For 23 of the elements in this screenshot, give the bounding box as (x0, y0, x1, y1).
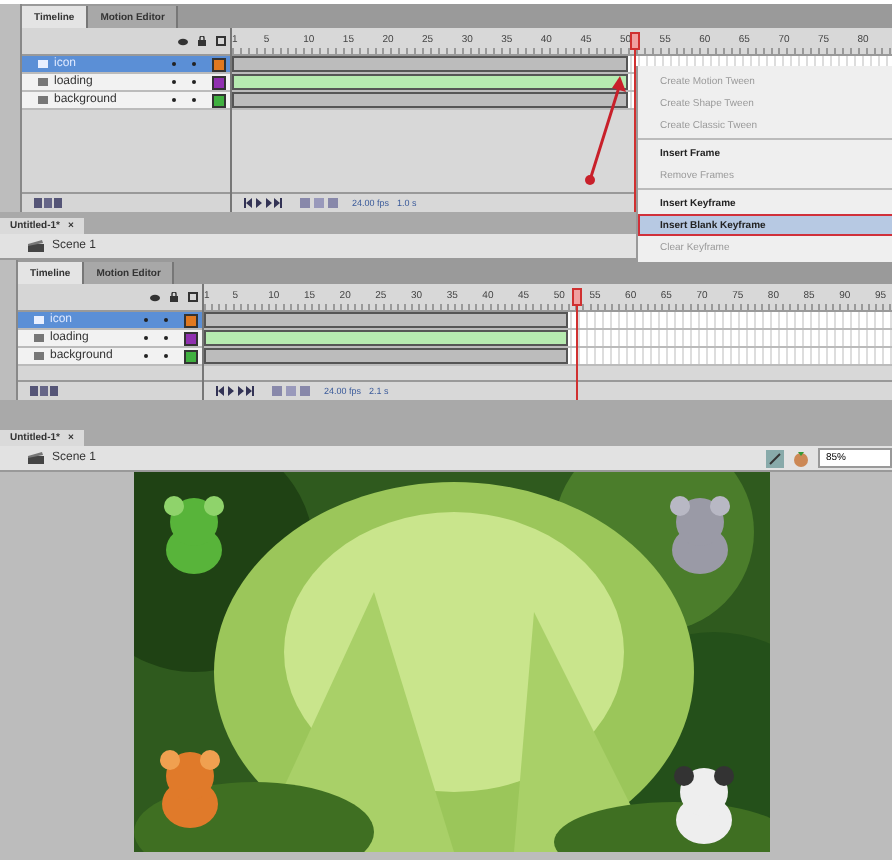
new-layer-icon[interactable] (34, 198, 64, 208)
outline-swatch[interactable] (184, 313, 198, 327)
outline-swatch[interactable] (212, 93, 226, 107)
annotation-arrow (584, 72, 628, 188)
new-layer-icon[interactable] (30, 386, 60, 396)
lock-icon[interactable] (170, 292, 178, 302)
edit-symbol-icon[interactable] (792, 449, 810, 467)
frame-row[interactable] (204, 330, 892, 348)
frame-row[interactable] (204, 312, 892, 330)
frame-row[interactable] (204, 348, 892, 366)
outline-icon[interactable] (216, 36, 226, 46)
outline-swatch[interactable] (212, 75, 226, 89)
edit-scene-icon[interactable] (766, 449, 784, 467)
eye-icon[interactable] (178, 37, 188, 45)
outline-swatch[interactable] (184, 331, 198, 345)
eye-icon[interactable] (150, 293, 160, 301)
playhead[interactable] (571, 288, 582, 400)
clapperboard-icon (28, 240, 44, 252)
lock-icon[interactable] (198, 36, 206, 46)
outline-swatch[interactable] (184, 349, 198, 363)
outline-swatch[interactable] (212, 57, 226, 71)
outline-icon[interactable] (188, 292, 198, 302)
clapperboard-icon (28, 452, 44, 464)
